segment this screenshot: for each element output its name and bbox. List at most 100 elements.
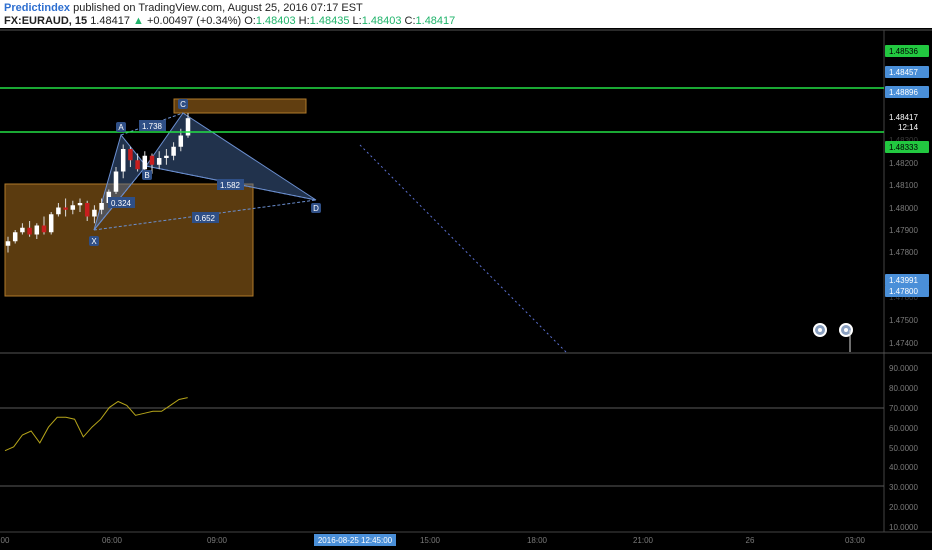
candle-bullish[interactable] <box>171 146 176 156</box>
price-tick: 1.47800 <box>889 248 918 257</box>
candle-bearish[interactable] <box>27 227 32 235</box>
svg-text:1.48536: 1.48536 <box>889 47 918 56</box>
svg-text:2016-08-25 12:45:00: 2016-08-25 12:45:00 <box>318 536 393 545</box>
last-price-label: 1.4841712:14 <box>885 110 929 132</box>
time-tick: 15:00 <box>420 536 441 545</box>
svg-text:1.43991: 1.43991 <box>889 276 918 285</box>
svg-text:1.48417: 1.48417 <box>889 113 918 122</box>
candle-bullish[interactable] <box>99 203 104 210</box>
quote-line: FX:EURAUD, 15 1.48417 ▲ +0.00497 (+0.34%… <box>4 15 455 27</box>
svg-text:0.324: 0.324 <box>111 199 132 208</box>
candle-bullish[interactable] <box>70 205 76 210</box>
svg-text:D: D <box>313 204 319 213</box>
svg-text:X: X <box>91 237 97 246</box>
svg-text:1.48457: 1.48457 <box>889 68 918 77</box>
prz-zone[interactable] <box>173 98 307 114</box>
oscillator-tick: 30.0000 <box>889 483 918 492</box>
price-tick: 1.47500 <box>889 316 918 325</box>
time-tick: 03:00 <box>845 536 866 545</box>
close-value: 1.48417 <box>415 15 456 27</box>
price-tick: 1.48000 <box>889 204 918 213</box>
price-label-green-top: 1.48536 <box>885 45 929 57</box>
price-label-blue: 1.48457 <box>885 66 929 78</box>
oscillator-tick: 10.0000 <box>889 523 918 532</box>
oscillator-tick: 70.0000 <box>889 404 918 413</box>
point-label-x: X <box>89 236 99 246</box>
low-key: L: <box>352 15 362 27</box>
open-key: O: <box>244 15 256 27</box>
crosshair-time-label: 2016-08-25 12:45:00 <box>314 534 396 546</box>
point-label-b: B <box>142 170 152 180</box>
svg-text:1.48333: 1.48333 <box>889 143 918 152</box>
high-key: H: <box>298 15 310 27</box>
up-arrow-icon: ▲ <box>133 15 144 27</box>
candle-bullish[interactable] <box>5 241 11 246</box>
price-change: +0.00497 (+0.34%) <box>146 15 242 27</box>
candle-bullish[interactable] <box>12 232 18 242</box>
high-value: 1.48435 <box>309 15 350 27</box>
candle-bullish[interactable] <box>178 135 184 147</box>
time-tick: 06:00 <box>102 536 123 545</box>
economic-event-icon[interactable] <box>813 323 827 337</box>
oscillator-tick: 90.0000 <box>889 364 918 373</box>
candle-bearish[interactable] <box>63 207 68 210</box>
time-tick: 09:00 <box>207 536 228 545</box>
point-label-a: A <box>116 122 126 132</box>
candle-bullish[interactable] <box>185 118 191 136</box>
price-label-green: 1.48333 <box>885 141 929 153</box>
oscillator-tick: 80.0000 <box>889 384 918 393</box>
price-label-blue: 1.47800 <box>885 285 929 297</box>
candle-bullish[interactable] <box>20 227 25 233</box>
published-text: published on TradingView.com, August 25,… <box>73 2 363 14</box>
candle-bullish[interactable] <box>56 207 61 215</box>
symbol-label: FX:EURAUD, 15 <box>4 15 88 27</box>
chart-header: Predictindex published on TradingView.co… <box>0 0 932 28</box>
candle-bullish[interactable] <box>113 171 119 192</box>
economic-event-icon[interactable] <box>839 323 853 337</box>
time-tick: 21:00 <box>633 536 654 545</box>
svg-text:1.582: 1.582 <box>220 181 241 190</box>
price-chart[interactable]: X A B C D 1.738 0.324 1.582 0.652 1.4820… <box>0 28 932 550</box>
svg-text:A: A <box>118 123 124 132</box>
oscillator-tick: 60.0000 <box>889 424 918 433</box>
price-tick: 1.47900 <box>889 226 918 235</box>
candle-bullish[interactable] <box>120 149 126 172</box>
publisher-name[interactable]: Predictindex <box>4 2 70 14</box>
svg-text:0.652: 0.652 <box>195 214 216 223</box>
candle-bearish[interactable] <box>84 203 90 217</box>
svg-text:12:14: 12:14 <box>898 123 919 132</box>
candle-bullish[interactable] <box>77 203 83 206</box>
candle-bearish[interactable] <box>128 149 133 161</box>
oscillator-tick: 50.0000 <box>889 444 918 453</box>
candle-bearish[interactable] <box>41 225 47 233</box>
candle-bullish[interactable] <box>92 209 97 217</box>
candle-bullish[interactable] <box>164 155 169 158</box>
time-tick: 18:00 <box>527 536 548 545</box>
oscillator-line[interactable] <box>4 397 188 452</box>
svg-text:1.47800: 1.47800 <box>889 287 918 296</box>
ratio-label-xd: 0.652 <box>192 212 219 223</box>
close-key: C: <box>404 15 416 27</box>
time-tick: 00 <box>1 536 10 545</box>
time-tick: 26 <box>746 536 755 545</box>
candle-bullish[interactable] <box>142 155 148 170</box>
candle-bearish[interactable] <box>135 160 140 170</box>
projection-line[interactable] <box>359 144 567 353</box>
price-label-blue: 1.48896 <box>885 86 929 98</box>
point-label-d: D <box>311 203 321 213</box>
price-tick: 1.48100 <box>889 181 918 190</box>
candle-bearish[interactable] <box>149 155 155 165</box>
price-tick: 1.47400 <box>889 339 918 348</box>
svg-text:1.48896: 1.48896 <box>889 88 918 97</box>
low-value: 1.48403 <box>361 15 402 27</box>
publish-line: Predictindex published on TradingView.co… <box>4 2 363 14</box>
svg-text:1.738: 1.738 <box>142 122 163 131</box>
candle-bullish[interactable] <box>48 214 54 233</box>
open-value: 1.48403 <box>255 15 296 27</box>
candle-bullish[interactable] <box>156 158 162 165</box>
price-label-blue: 1.43991 <box>885 274 929 286</box>
candle-bullish[interactable] <box>34 225 40 235</box>
ratio-label-cd: 1.582 <box>217 179 244 190</box>
price-tick: 1.48200 <box>889 159 918 168</box>
oscillator-tick: 40.0000 <box>889 463 918 472</box>
